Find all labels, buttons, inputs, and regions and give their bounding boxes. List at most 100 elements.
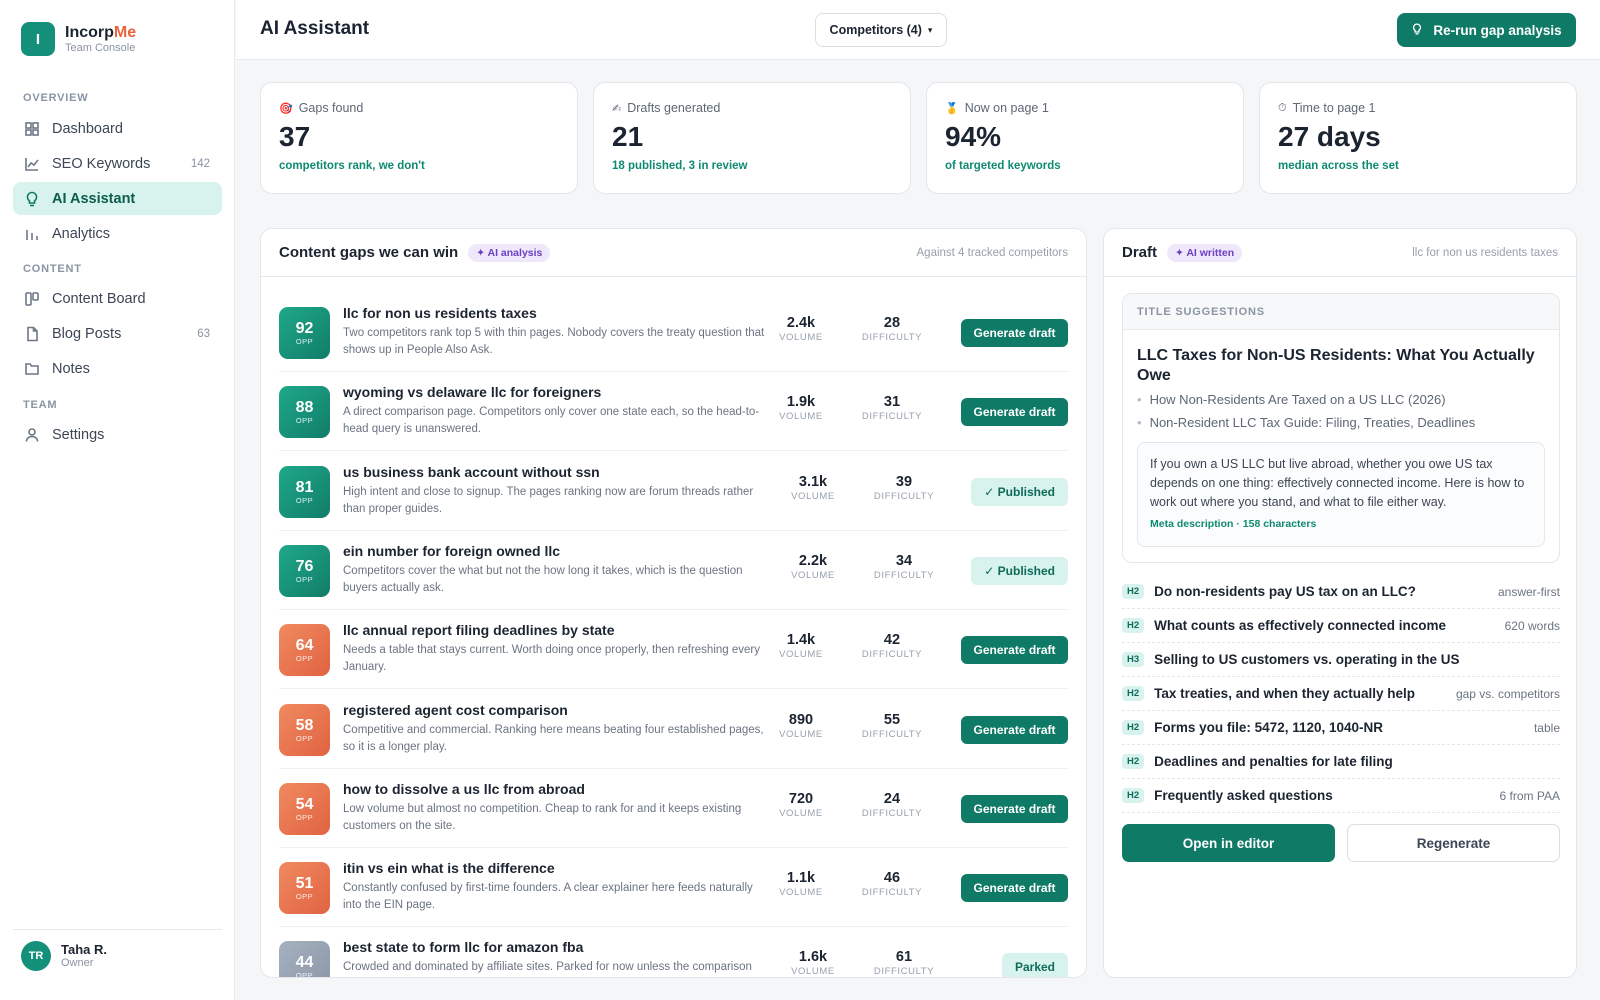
gap-row[interactable]: 44 OPP best state to form llc for amazon f… (279, 927, 1068, 978)
gap-keyword[interactable]: best state to form llc for amazon fba (343, 939, 583, 955)
outline-item[interactable]: H2 Do non-residents pay US tax on an LLC?… (1122, 575, 1560, 609)
difficulty-label: DIFFICULTY (861, 887, 923, 899)
outline-item[interactable]: H2 Tax treaties, and when they actually h… (1122, 677, 1560, 711)
status-badge[interactable]: ✓ Published (971, 477, 1068, 506)
sidebar-item-analytics[interactable]: Analytics (13, 217, 222, 250)
difficulty-label: DIFFICULTY (873, 966, 935, 978)
heading-level-tag: H2 (1122, 754, 1145, 769)
gap-keyword[interactable]: llc for non us residents taxes (343, 305, 537, 321)
user-name: Taha R. (61, 942, 107, 957)
gap-row[interactable]: 64 OPP llc annual report filing deadlines … (279, 610, 1068, 690)
stat-subtext: 18 published, 3 in review (612, 160, 748, 172)
volume-value: 1.4k (786, 632, 816, 649)
opportunity-score: 44 OPP (279, 941, 330, 977)
opportunity-score: 76 OPP (279, 544, 330, 597)
gap-keyword[interactable]: itin vs ein what is the difference (343, 860, 555, 876)
sidebar-item-label: Notes (52, 360, 90, 377)
outline-note: table (1533, 720, 1560, 735)
sidebar-item-seo-keywords[interactable]: SEO Keywords 142 (13, 147, 222, 180)
sidebar-item-settings[interactable]: Settings (13, 418, 222, 451)
outline-item[interactable]: H3 Selling to US customers vs. operating … (1122, 643, 1560, 677)
generate-draft-button[interactable]: Generate draft (961, 874, 1068, 903)
page-title: AI Assistant (260, 18, 370, 39)
gap-description: Competitors cover the what but not the h… (343, 564, 743, 594)
ai-analysis-badge: ✦ AI analysis (468, 243, 551, 262)
generate-draft-button[interactable]: Generate draft (961, 636, 1068, 665)
gap-keyword[interactable]: llc annual report filing deadlines by st… (343, 622, 615, 638)
alt-title[interactable]: How Non-Residents Are Taxed on a US LLC … (1137, 392, 1446, 407)
brand-logo: I (21, 22, 55, 56)
stat-subtext: competitors rank, we don't (279, 160, 425, 172)
gap-row[interactable]: 76 OPP ein number for foreign owned llc Com… (279, 531, 1068, 610)
open-in-editor-button[interactable]: Open in editor (1122, 824, 1335, 862)
competitors-dropdown[interactable]: Competitors (4) ▾ (815, 13, 947, 47)
nav-section-content: CONTENT (23, 263, 82, 275)
sidebar-item-ai-assistant[interactable]: AI Assistant (13, 182, 222, 215)
title-suggestions-heading: TITLE SUGGESTIONS (1123, 294, 1559, 330)
sidebar-item-content-board[interactable]: Content Board (13, 282, 222, 315)
nav-section-overview: OVERVIEW (23, 92, 89, 104)
opportunity-score-value: 44 (295, 954, 314, 972)
gap-keyword[interactable]: how to dissolve a us llc from abroad (343, 781, 585, 797)
heading-level-tag: H2 (1122, 720, 1145, 735)
sidebar-item-notes[interactable]: Notes (13, 352, 222, 385)
suggested-title[interactable]: LLC Taxes for Non-US Residents: What You… (1137, 346, 1547, 386)
brand[interactable]: I IncorpMe Team Console (21, 22, 136, 56)
user-profile[interactable]: TR Taha R. Owner (21, 941, 107, 971)
sidebar-item-dashboard[interactable]: Dashboard (13, 112, 222, 145)
gap-row[interactable]: 88 OPP wyoming vs delaware llc for foreign… (279, 372, 1068, 452)
gap-description: Low volume but almost no competition. Ch… (343, 802, 742, 832)
panel-header: Draft ✦ AI written llc for non us reside… (1104, 229, 1576, 277)
outline-note: answer-first (1497, 584, 1560, 599)
sidebar-item-label: Blog Posts (52, 325, 122, 342)
outline-item[interactable]: H2 Deadlines and penalties for late filin… (1122, 745, 1560, 779)
outline-item[interactable]: H2 Frequently asked questions 6 from PAA (1122, 779, 1560, 813)
volume-value: 720 (788, 790, 814, 807)
gap-keyword[interactable]: registered agent cost comparison (343, 702, 568, 718)
volume-metric: 1.9k VOLUME (766, 394, 836, 422)
outline-item[interactable]: H2 Forms you file: 5472, 1120, 1040-NR tab… (1122, 711, 1560, 745)
opportunity-score-label: OPP (295, 812, 314, 822)
generate-draft-button[interactable]: Generate draft (961, 715, 1068, 744)
alt-title[interactable]: Non-Resident LLC Tax Guide: Filing, Trea… (1137, 415, 1476, 430)
opportunity-score-label: OPP (295, 337, 314, 346)
generate-draft-button[interactable]: Generate draft (961, 794, 1068, 823)
lightbulb-icon (1411, 22, 1423, 38)
status-badge[interactable]: Parked (1001, 953, 1068, 977)
brand-subtitle: Team Console (65, 41, 136, 54)
gap-keyword[interactable]: wyoming vs delaware llc for foreigners (343, 384, 601, 400)
bar-chart-icon (24, 226, 40, 242)
difficulty-value: 61 (895, 949, 913, 966)
opportunity-score-label: OPP (295, 416, 314, 426)
rerun-gap-analysis-button[interactable]: Re-run gap analysis (1397, 13, 1576, 47)
generate-draft-button[interactable]: Generate draft (961, 319, 1068, 347)
heading-level-tag: H2 (1122, 686, 1145, 701)
gap-row[interactable]: 54 OPP how to dissolve a us llc from abroa… (279, 769, 1068, 848)
sidebar-item-count: 63 (197, 327, 210, 340)
pencil-icon: ✍ (612, 102, 622, 115)
user-role: Owner (61, 957, 94, 969)
timer-icon: ⏱ (1278, 101, 1287, 114)
gap-row[interactable]: 51 OPP itin vs ein what is the difference C… (279, 848, 1068, 928)
difficulty-metric: 42 DIFFICULTY (857, 632, 927, 660)
title-suggestions: TITLE SUGGESTIONS LLC Taxes for Non-US R… (1122, 293, 1560, 563)
gap-row[interactable]: 58 OPP registered agent cost comparison Com… (279, 690, 1068, 769)
gap-row[interactable]: 92 OPP llc for non us residents taxes Two c… (279, 293, 1068, 372)
gap-keyword[interactable]: us business bank account without ssn (343, 464, 600, 480)
stat-value: 37 (279, 121, 311, 152)
sidebar-item-blog-posts[interactable]: Blog Posts 63 (13, 317, 222, 350)
volume-label: VOLUME (779, 649, 823, 661)
stat-value: 94% (945, 121, 1002, 152)
difficulty-value: 39 (895, 473, 913, 490)
stat-subtext: of targeted keywords (945, 160, 1061, 172)
gap-row[interactable]: 81 OPP us business bank account without ss… (279, 452, 1068, 531)
difficulty-metric: 55 DIFFICULTY (857, 712, 927, 740)
volume-label: VOLUME (779, 332, 823, 343)
status-badge[interactable]: ✓ Published (971, 556, 1068, 585)
outline-item[interactable]: H2 What counts as effectively connected i… (1122, 609, 1560, 643)
regenerate-button[interactable]: Regenerate (1347, 824, 1560, 862)
generate-draft-button[interactable]: Generate draft (961, 398, 1068, 427)
gap-keyword[interactable]: ein number for foreign owned llc (343, 543, 560, 559)
gap-description: A direct comparison page. Competitors on… (343, 406, 760, 436)
opportunity-score-label: OPP (295, 574, 314, 584)
